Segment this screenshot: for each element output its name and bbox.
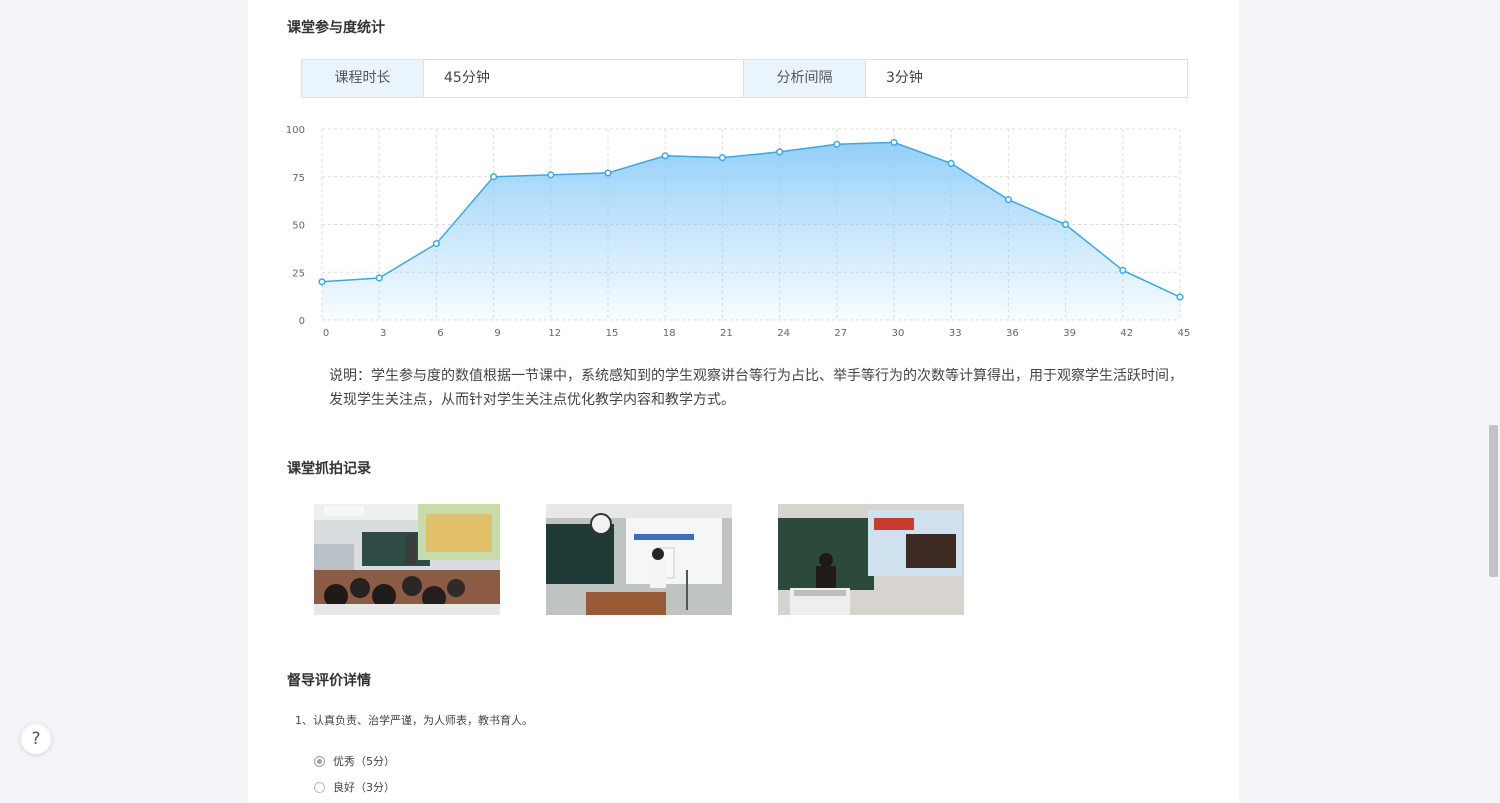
participation-section-title: 课堂参与度统计: [287, 20, 385, 36]
x-tick-label-3: 9: [494, 328, 500, 339]
data-point-14: [1119, 266, 1127, 274]
data-point-12: [1004, 196, 1012, 204]
x-tick-label-4: 12: [548, 328, 561, 339]
y-tick-label-4: 100: [286, 125, 305, 136]
snapshot-photo-2[interactable]: [546, 504, 732, 615]
note-line-2: 发现学生关注点，从而针对学生关注点优化教学内容和教学方式。: [329, 392, 735, 408]
x-tick-label-12: 36: [1006, 328, 1019, 339]
y-tick-label-2: 50: [292, 221, 305, 232]
data-point-2: [432, 240, 440, 248]
help-button[interactable]: ?: [21, 724, 51, 754]
x-tick-label-9: 27: [834, 328, 847, 339]
snapshots-section-title: 课堂抓拍记录: [287, 461, 371, 477]
snapshot-photo-3[interactable]: [778, 504, 964, 615]
option-good-label: 良好（3分）: [333, 781, 395, 794]
main-panel: 课堂参与度统计 课程时长 45分钟 分析间隔 3分钟 0 3 6 9 12 15 18 21 2…: [248, 0, 1239, 803]
option-excellent[interactable]: 优秀（5分）: [314, 753, 395, 769]
interval-label: 分析间隔: [744, 60, 866, 97]
x-tick-label-10: 30: [892, 328, 905, 339]
data-point-11: [947, 159, 955, 167]
x-tick-label-5: 15: [606, 328, 619, 339]
data-point-10: [890, 138, 898, 146]
data-point-4: [547, 171, 555, 179]
data-point-9: [833, 140, 841, 148]
scrollbar-thumb[interactable]: [1489, 425, 1498, 577]
x-tick-label-2: 6: [437, 328, 443, 339]
page-scrollbar[interactable]: [1486, 0, 1500, 803]
radio-excellent[interactable]: [314, 755, 325, 767]
data-point-8: [776, 148, 784, 156]
data-point-13: [1062, 220, 1070, 229]
data-point-6: [661, 152, 669, 160]
note-line-1: 说明：学生参与度的数值根据一节课中，系统感知到的学生观察讲台等行为占比、举手等行…: [329, 368, 1183, 384]
x-tick-label-7: 21: [720, 328, 733, 339]
evaluation-section-title: 督导评价详情: [287, 673, 371, 689]
data-point-0: [318, 278, 326, 286]
radio-good[interactable]: [314, 781, 325, 793]
x-tick-label-13: 39: [1063, 328, 1076, 339]
evaluation-question-1: 1、认真负责、治学严谨，为人师表，教书育人。: [295, 714, 533, 727]
participation-note: 说明：学生参与度的数值根据一节课中，系统感知到的学生观察讲台等行为占比、举手等行…: [329, 364, 1189, 412]
x-tick-label-11: 33: [949, 328, 962, 339]
x-tick-label-8: 24: [777, 328, 790, 339]
x-tick-label-6: 18: [663, 328, 676, 339]
chart-area-fill: [322, 142, 1180, 320]
duration-label: 课程时长: [302, 60, 424, 97]
participation-area-chart: 0 3 6 9 12 15 18 21 24 27 30 33 36 39 42 45 0255075100: [286, 125, 1191, 339]
y-tick-label-3: 75: [292, 173, 305, 184]
chart-x-ticks: 0 3 6 9 12 15 18 21 24 27 30 33 36 39 42 45: [323, 328, 1191, 339]
chart-area-layer: [321, 141, 1181, 320]
chart-y-ticks: 0 25 50 75 100: [286, 125, 305, 327]
course-info-table: 课程时长 45分钟 分析间隔 3分钟: [301, 59, 1188, 98]
y-tick-label-1: 25: [292, 268, 305, 279]
x-tick-label-15: 45: [1178, 328, 1191, 339]
data-point-1: [375, 274, 383, 282]
snapshot-photo-1[interactable]: [314, 504, 500, 615]
data-point-15: [1176, 293, 1184, 301]
data-point-3: [490, 173, 498, 181]
duration-value: 45分钟: [424, 60, 744, 97]
y-tick-label-0: 0: [299, 316, 305, 327]
x-tick-label-14: 42: [1120, 328, 1133, 339]
data-point-7: [718, 154, 726, 162]
option-good[interactable]: 良好（3分）: [314, 779, 395, 795]
interval-value: 3分钟: [886, 70, 923, 86]
x-tick-label-1: 3: [380, 328, 386, 339]
data-point-5: [604, 169, 612, 177]
option-excellent-label: 优秀（5分）: [333, 755, 395, 768]
x-tick-label-0: 0: [323, 328, 329, 339]
